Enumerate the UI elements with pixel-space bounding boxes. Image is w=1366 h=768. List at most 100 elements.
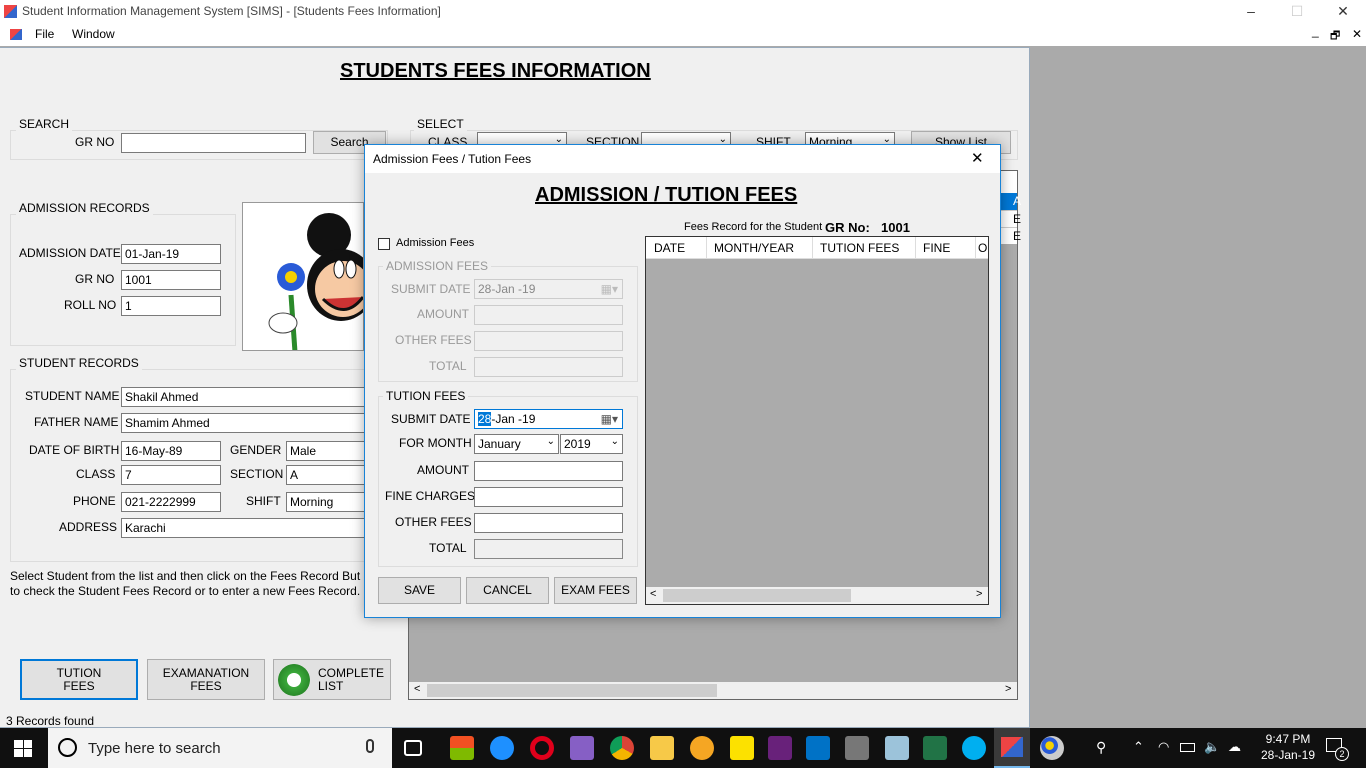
grid-cell[interactable]: E <box>1000 227 1021 244</box>
people-icon[interactable]: ⚲ <box>1096 739 1106 756</box>
task-view-icon[interactable] <box>404 740 422 756</box>
visual-studio-icon[interactable] <box>570 736 594 760</box>
maximize-button[interactable]: ☐ <box>1274 0 1320 24</box>
tution-fees-button[interactable]: TUTION FEES <box>20 659 138 700</box>
select-group-title: SELECT <box>414 117 467 131</box>
grid-cell-selected[interactable]: A <box>1000 193 1021 210</box>
opera-icon[interactable] <box>530 736 554 760</box>
search-circle-icon <box>58 738 77 757</box>
cancel-button[interactable]: CANCEL <box>466 577 549 604</box>
tut-submit-date-picker[interactable]: 28-Jan -19 ▦▾ <box>474 409 623 429</box>
column-header-other[interactable]: O <box>976 237 988 258</box>
tools-icon[interactable] <box>845 736 869 760</box>
class-field[interactable]: 7 <box>121 465 221 485</box>
scroll-thumb[interactable] <box>427 684 717 697</box>
tut-amount-field[interactable] <box>474 461 623 481</box>
paint-icon[interactable] <box>1040 736 1064 760</box>
roll-no-field[interactable]: 1 <box>121 296 221 316</box>
section-field[interactable]: A <box>286 465 366 485</box>
page-title: STUDENTS FEES INFORMATION <box>340 60 651 82</box>
adm-other-fees-field <box>474 331 623 351</box>
sims-app-active[interactable] <box>994 728 1030 768</box>
close-button[interactable]: ✕ <box>1320 0 1366 24</box>
scroll-thumb[interactable] <box>663 589 851 602</box>
admission-fees-checkbox[interactable] <box>378 238 390 250</box>
column-header-month-year[interactable]: MONTH/YEAR <box>707 237 813 258</box>
address-field[interactable]: Karachi <box>121 518 366 538</box>
instruction-text-line-1: Select Student from the list and then cl… <box>10 569 361 583</box>
taskbar-search-box[interactable]: Type here to search <box>48 728 392 768</box>
skype-icon[interactable] <box>962 736 986 760</box>
store-icon[interactable] <box>450 736 474 760</box>
column-header-fine[interactable]: FINE <box>916 237 976 258</box>
month-dropdown[interactable]: January ⌄ <box>474 434 559 454</box>
column-header-date[interactable]: DATE <box>646 237 707 258</box>
gender-field[interactable]: Male <box>286 441 366 461</box>
for-month-label: FOR MONTH <box>399 436 472 450</box>
calendar-icon[interactable]: ▦▾ <box>601 412 618 426</box>
examanation-fees-button[interactable]: EXAMANATION FEES <box>147 659 265 700</box>
clock-date[interactable]: 28-Jan-19 <box>1254 748 1322 762</box>
scroll-left-icon[interactable]: < <box>414 683 420 695</box>
tut-other-fees-field[interactable] <box>474 513 623 533</box>
status-text: 3 Records found <box>6 714 95 728</box>
sticky-notes-icon[interactable] <box>730 736 754 760</box>
admission-gr-field[interactable]: 1001 <box>121 270 221 290</box>
chevron-down-icon: ⌄ <box>610 436 619 447</box>
chrome-icon[interactable] <box>610 736 634 760</box>
save-button[interactable]: SAVE <box>378 577 461 604</box>
excel-icon[interactable] <box>923 736 947 760</box>
search-group-title: SEARCH <box>16 117 73 131</box>
chevron-up-icon[interactable]: ⌃ <box>1133 739 1144 755</box>
battery-icon[interactable] <box>1180 743 1195 752</box>
outlook-icon[interactable] <box>806 736 830 760</box>
visual-studio-2-icon[interactable] <box>768 736 792 760</box>
app-icon <box>4 5 17 18</box>
shift-field[interactable]: Morning <box>286 492 366 512</box>
minimize-button[interactable]: – <box>1228 0 1274 24</box>
vpn-icon[interactable] <box>690 736 714 760</box>
clock-time[interactable]: 9:47 PM <box>1258 732 1318 746</box>
child-restore-button[interactable]: 🗗 <box>1330 27 1340 46</box>
fine-charges-field[interactable] <box>474 487 623 507</box>
admission-fees-checkbox-label[interactable]: Admission Fees <box>396 237 474 249</box>
onedrive-icon[interactable]: ☁ <box>1228 739 1241 755</box>
dialog-close-button[interactable]: ✕ <box>971 149 984 167</box>
fees-record-grid[interactable] <box>645 236 989 605</box>
grid-cell[interactable]: E <box>1000 210 1021 227</box>
volume-icon[interactable]: 🔈 <box>1204 739 1220 755</box>
search-gr-input[interactable] <box>121 133 306 153</box>
student-name-field[interactable]: Shakil Ahmed <box>121 387 366 407</box>
scroll-right-icon[interactable]: > <box>1005 683 1011 695</box>
child-close-button[interactable]: ✕ <box>1352 27 1362 41</box>
admission-date-field[interactable]: 01-Jan-19 <box>121 244 221 264</box>
scroll-left-icon[interactable]: < <box>650 588 656 600</box>
phone-label: PHONE <box>73 494 116 508</box>
exam-fees-button[interactable]: EXAM FEES <box>554 577 637 604</box>
tut-submit-date-label: SUBMIT DATE <box>391 412 471 426</box>
phone-field[interactable]: 021-2222999 <box>121 492 221 512</box>
scroll-right-icon[interactable]: > <box>976 588 982 600</box>
microphone-icon[interactable] <box>366 739 374 753</box>
father-name-field[interactable]: Shamim Ahmed <box>121 413 366 433</box>
year-dropdown[interactable]: 2019 ⌄ <box>560 434 623 454</box>
gr-no-value: 1001 <box>881 220 910 235</box>
menu-window[interactable]: Window <box>72 27 115 41</box>
students-grid-hscrollbar[interactable]: < > <box>409 682 1017 699</box>
mdi-child-icon <box>10 29 22 40</box>
fees-record-label: Fees Record for the Student <box>684 221 823 233</box>
edge-icon[interactable] <box>490 736 514 760</box>
child-minimize-button[interactable]: _ <box>1312 24 1319 38</box>
student-name-label: STUDENT NAME <box>25 389 120 403</box>
fees-grid-hscrollbar[interactable]: < > <box>646 587 988 604</box>
dob-field[interactable]: 16-May-89 <box>121 441 221 461</box>
instruction-text-line-2: to check the Student Fees Record or to e… <box>10 584 361 598</box>
column-header-tution-fees[interactable]: TUTION FEES <box>813 237 916 258</box>
menu-file[interactable]: File <box>35 27 54 41</box>
address-label: ADDRESS <box>59 520 118 534</box>
file-explorer-icon[interactable] <box>650 736 674 760</box>
wifi-icon[interactable]: ◠ <box>1158 739 1169 755</box>
notepad-icon[interactable] <box>885 736 909 760</box>
complete-list-button[interactable]: COMPLETE LIST <box>273 659 391 700</box>
windows-start-icon[interactable] <box>14 740 32 757</box>
